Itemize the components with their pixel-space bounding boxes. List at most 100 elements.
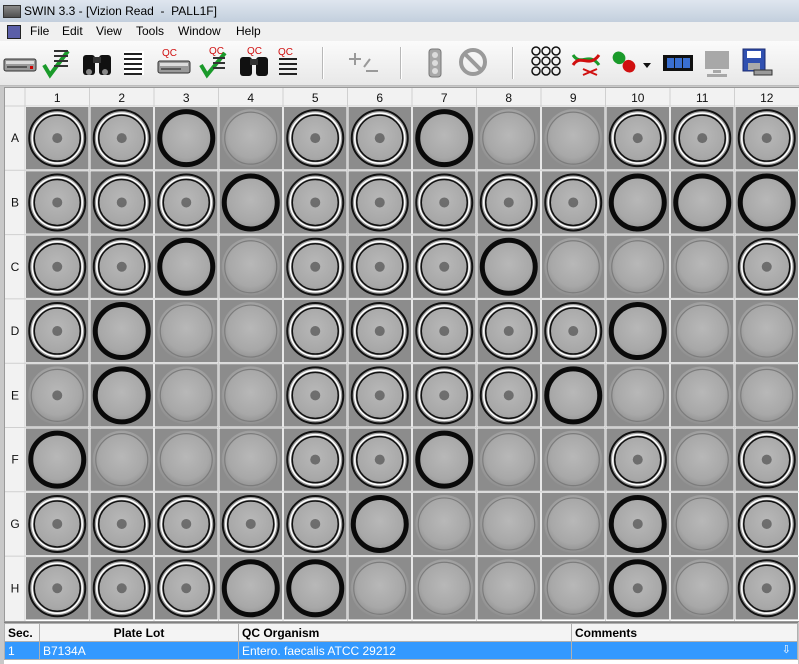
well-D1[interactable]: [26, 299, 89, 363]
well-E11[interactable]: [671, 364, 734, 427]
well-A6[interactable]: [348, 107, 412, 170]
well-B4[interactable]: [219, 171, 283, 234]
well-E6[interactable]: [348, 364, 412, 427]
well-E3[interactable]: [155, 364, 218, 427]
film-button[interactable]: [661, 45, 695, 79]
well-E1[interactable]: [26, 364, 89, 427]
well-D11[interactable]: [671, 299, 734, 363]
qc-verify-button[interactable]: QC: [197, 45, 231, 79]
pill-button[interactable]: [607, 45, 641, 79]
well-H3[interactable]: [155, 557, 218, 620]
well-E2[interactable]: [90, 364, 154, 427]
well-B10[interactable]: [606, 171, 670, 234]
scanner-button[interactable]: [3, 45, 37, 79]
verify-button[interactable]: [40, 45, 74, 79]
menu-tools[interactable]: Tools: [136, 24, 164, 38]
well-A3[interactable]: [155, 107, 218, 170]
well-E4[interactable]: [219, 364, 283, 427]
qc-find-button[interactable]: QC: [237, 45, 271, 79]
well-G11[interactable]: [671, 492, 734, 556]
well-F5[interactable]: [284, 428, 347, 491]
column-header-qc-organism[interactable]: QC Organism: [238, 623, 572, 642]
well-H9[interactable]: [542, 557, 605, 620]
well-G2[interactable]: [90, 492, 154, 556]
well-F8[interactable]: [477, 428, 541, 491]
report-button[interactable]: [118, 45, 152, 79]
well-D6[interactable]: [348, 299, 412, 363]
well-F7[interactable]: [413, 428, 476, 491]
well-B1[interactable]: [26, 171, 89, 234]
well-F3[interactable]: [155, 428, 218, 491]
well-D9[interactable]: [542, 299, 605, 363]
well-G7[interactable]: [413, 492, 476, 556]
cell-sec[interactable]: 1: [4, 641, 40, 660]
cell-comments[interactable]: ⇩: [571, 641, 798, 660]
well-H7[interactable]: [413, 557, 476, 620]
save-button[interactable]: [740, 45, 774, 79]
well-F10[interactable]: [606, 428, 670, 491]
well-F2[interactable]: [90, 428, 154, 491]
well-A1[interactable]: [26, 107, 89, 170]
well-D3[interactable]: [155, 299, 218, 363]
well-B9[interactable]: [542, 171, 605, 234]
well-E8[interactable]: [477, 364, 541, 427]
column-header-sec[interactable]: Sec.: [4, 623, 40, 642]
well-H1[interactable]: [26, 557, 89, 620]
monitor-button[interactable]: [700, 45, 734, 79]
well-A4[interactable]: [219, 107, 283, 170]
document-icon[interactable]: [7, 25, 21, 39]
well-D12[interactable]: [735, 299, 799, 363]
well-B12[interactable]: [735, 171, 799, 234]
well-G1[interactable]: [26, 492, 89, 556]
cancel-button[interactable]: [456, 45, 490, 79]
well-D4[interactable]: [219, 299, 283, 363]
menu-file[interactable]: File: [30, 24, 49, 38]
well-B3[interactable]: [155, 171, 218, 234]
well-C12[interactable]: [735, 235, 799, 298]
well-G6[interactable]: [348, 492, 412, 556]
well-G3[interactable]: [155, 492, 218, 556]
find-button[interactable]: [80, 45, 114, 79]
menu-view[interactable]: View: [96, 24, 122, 38]
well-A8[interactable]: [477, 107, 541, 170]
well-A10[interactable]: [606, 107, 670, 170]
well-D10[interactable]: [606, 299, 670, 363]
well-E12[interactable]: [735, 364, 799, 427]
well-G5[interactable]: [284, 492, 347, 556]
well-B6[interactable]: [348, 171, 412, 234]
qc-report-button[interactable]: QC: [275, 45, 309, 79]
down-arrow-icon[interactable]: ⇩: [782, 643, 791, 656]
well-H5[interactable]: [284, 557, 347, 620]
well-G10[interactable]: [606, 492, 670, 556]
well-G8[interactable]: [477, 492, 541, 556]
pill-dropdown-button[interactable]: [640, 45, 654, 79]
well-C6[interactable]: [348, 235, 412, 298]
well-H8[interactable]: [477, 557, 541, 620]
well-D7[interactable]: [413, 299, 476, 363]
well-A11[interactable]: [671, 107, 734, 170]
well-B7[interactable]: [413, 171, 476, 234]
well-grid-button[interactable]: [530, 45, 564, 79]
well-F1[interactable]: [26, 428, 89, 491]
well-H12[interactable]: [735, 557, 799, 620]
well-F12[interactable]: [735, 428, 799, 491]
well-H4[interactable]: [219, 557, 283, 620]
well-F4[interactable]: [219, 428, 283, 491]
well-C5[interactable]: [284, 235, 347, 298]
well-A9[interactable]: [542, 107, 605, 170]
well-E5[interactable]: [284, 364, 347, 427]
menu-help[interactable]: Help: [236, 24, 261, 38]
plus-minus-button[interactable]: [346, 45, 380, 79]
well-C9[interactable]: [542, 235, 605, 298]
well-H10[interactable]: [606, 557, 670, 620]
cell-qc-organism[interactable]: Entero. faecalis ATCC 29212: [238, 641, 572, 660]
well-F6[interactable]: [348, 428, 412, 491]
well-E10[interactable]: [606, 364, 670, 427]
well-F9[interactable]: [542, 428, 605, 491]
well-E7[interactable]: [413, 364, 476, 427]
well-G12[interactable]: [735, 492, 799, 556]
well-A7[interactable]: [413, 107, 476, 170]
well-H2[interactable]: [90, 557, 154, 620]
well-G4[interactable]: [219, 492, 283, 556]
well-E9[interactable]: [542, 364, 605, 427]
